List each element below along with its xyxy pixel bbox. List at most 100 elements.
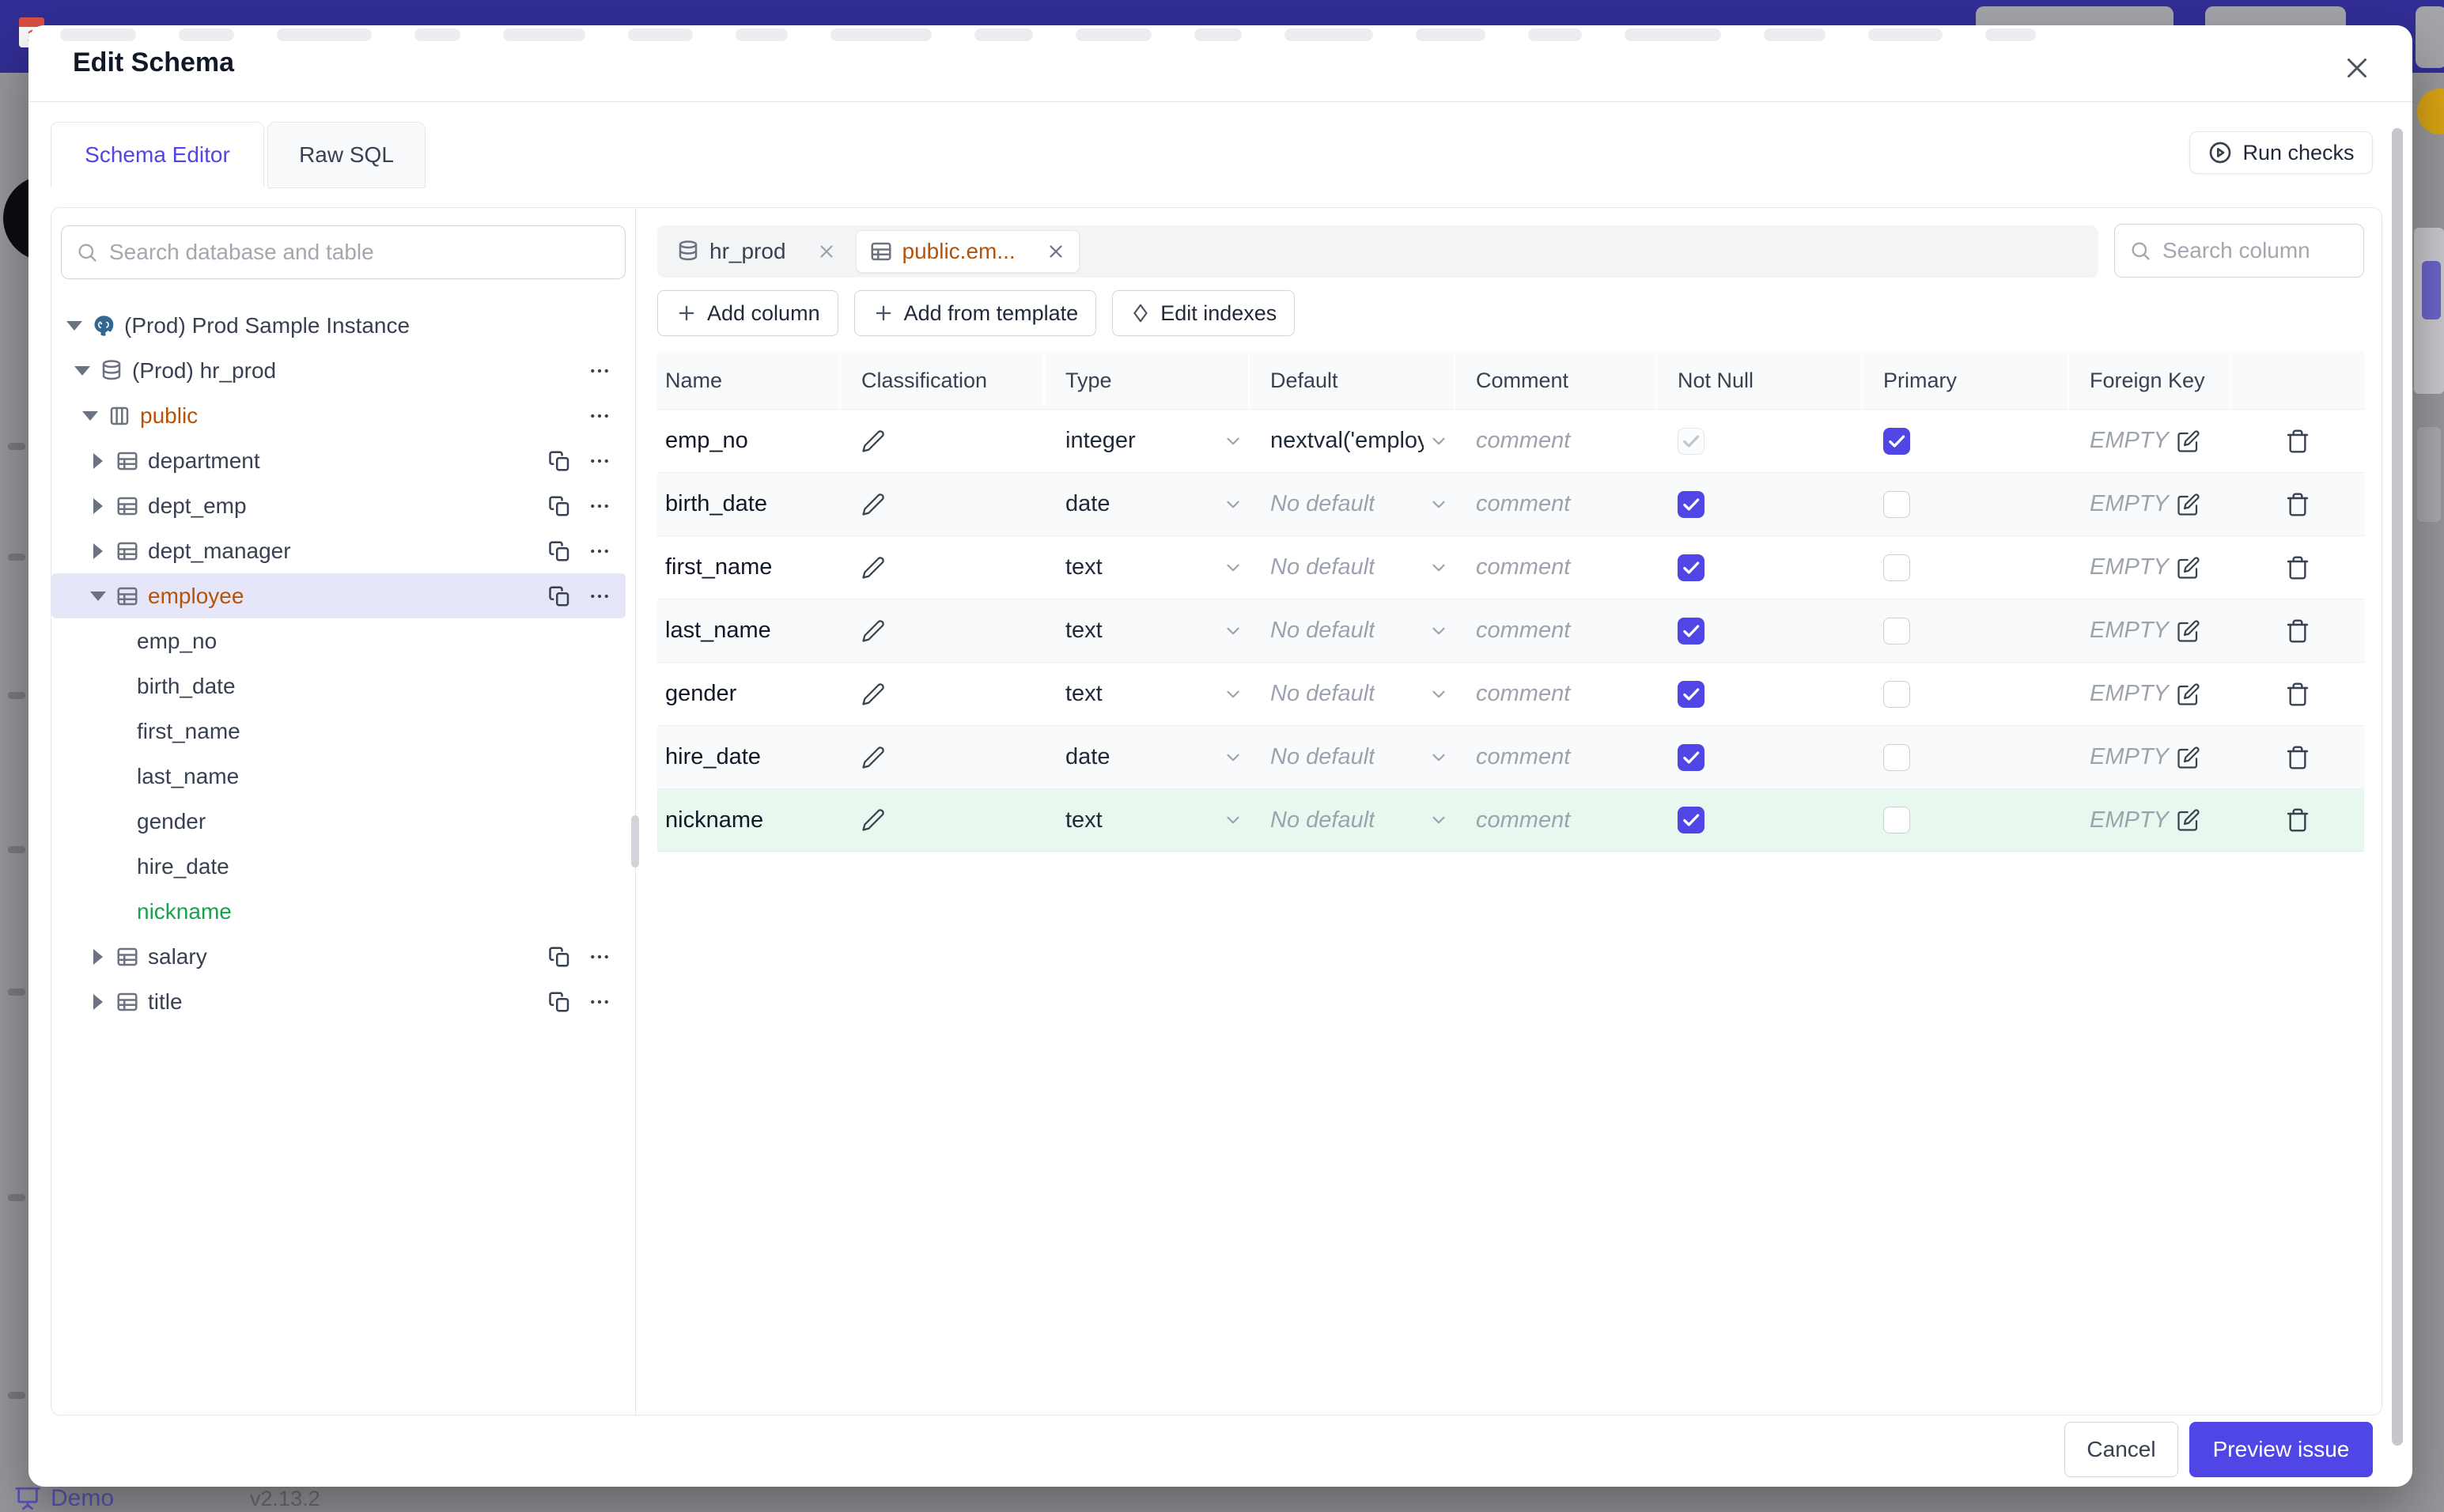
tree-item-hire_date[interactable]: hire_date — [51, 844, 626, 889]
checkbox-checked[interactable] — [1678, 743, 1704, 771]
tree-item-dept_manager[interactable]: dept_manager — [51, 528, 626, 573]
demo-label[interactable]: Demo — [51, 1485, 114, 1512]
tree-item-public[interactable]: public — [51, 393, 626, 438]
default-select[interactable]: No default — [1250, 536, 1455, 599]
checkbox-checked[interactable] — [1678, 680, 1704, 708]
checkbox-unchecked[interactable] — [1883, 617, 1910, 644]
tree-item-emp_no[interactable]: emp_no — [51, 618, 626, 663]
checkbox-unchecked[interactable] — [1883, 554, 1910, 581]
trash-icon[interactable] — [2285, 682, 2310, 707]
cancel-button[interactable]: Cancel — [2064, 1422, 2178, 1477]
default-select[interactable]: No default — [1250, 663, 1455, 725]
checkbox-checked[interactable] — [1883, 427, 1910, 455]
duplicate-table-icon[interactable] — [547, 538, 573, 565]
tree-item--prod-prod-sample-instance[interactable]: (Prod) Prod Sample Instance — [51, 303, 626, 348]
type-select[interactable]: text — [1045, 789, 1250, 851]
chevron-down-icon[interactable] — [70, 365, 94, 376]
dialog-scrollbar-thumb[interactable] — [2392, 128, 2403, 1446]
tab-raw-sql[interactable]: Raw SQL — [267, 122, 426, 188]
default-select[interactable]: No default — [1250, 789, 1455, 851]
tree-item-department[interactable]: department — [51, 438, 626, 483]
classification-edit-icon[interactable] — [841, 663, 1045, 725]
tree-item-birth_date[interactable]: birth_date — [51, 663, 626, 709]
chevron-right-icon[interactable] — [86, 542, 110, 559]
column-search-input[interactable] — [2162, 238, 2349, 263]
comment-field[interactable]: comment — [1455, 599, 1657, 662]
duplicate-table-icon[interactable] — [547, 943, 573, 970]
tree-item-first_name[interactable]: first_name — [51, 709, 626, 754]
column-name-field[interactable]: gender — [657, 663, 841, 725]
run-checks-button[interactable]: Run checks — [2189, 131, 2373, 174]
classification-edit-icon[interactable] — [841, 473, 1045, 535]
checkbox-checked[interactable] — [1678, 490, 1704, 518]
database-search-input[interactable] — [109, 240, 611, 265]
duplicate-table-icon[interactable] — [547, 583, 573, 610]
more-actions-icon[interactable] — [586, 988, 613, 1015]
tree-item-last_name[interactable]: last_name — [51, 754, 626, 799]
classification-edit-icon[interactable] — [841, 410, 1045, 472]
add-from-template-button[interactable]: Add from template — [853, 290, 1097, 336]
type-select[interactable]: integer — [1045, 410, 1250, 472]
trash-icon[interactable] — [2285, 618, 2310, 644]
comment-field[interactable]: comment — [1455, 663, 1657, 725]
tree-item-gender[interactable]: gender — [51, 799, 626, 844]
column-name-field[interactable]: nickname — [657, 789, 841, 851]
more-actions-icon[interactable] — [586, 538, 613, 565]
classification-edit-icon[interactable] — [841, 536, 1045, 599]
default-select[interactable]: No default — [1250, 726, 1455, 788]
column-name-field[interactable]: hire_date — [657, 726, 841, 788]
close-tab-icon[interactable] — [816, 241, 837, 262]
default-select[interactable]: No default — [1250, 599, 1455, 662]
trash-icon[interactable] — [2285, 492, 2310, 517]
close-icon[interactable] — [2340, 51, 2374, 85]
tree-item-nickname[interactable]: nickname — [51, 889, 626, 934]
type-select[interactable]: text — [1045, 599, 1250, 662]
checkbox-unchecked[interactable] — [1883, 743, 1910, 771]
edit-foreign-key-icon[interactable] — [2177, 493, 2200, 516]
tree-item-title[interactable]: title — [51, 979, 626, 1024]
more-actions-icon[interactable] — [586, 357, 613, 384]
tree-item-dept_emp[interactable]: dept_emp — [51, 483, 626, 528]
chevron-right-icon[interactable] — [86, 497, 110, 514]
type-select[interactable]: date — [1045, 473, 1250, 535]
trash-icon[interactable] — [2285, 807, 2310, 833]
duplicate-table-icon[interactable] — [547, 493, 573, 520]
trash-icon[interactable] — [2285, 555, 2310, 580]
tab-schema-editor[interactable]: Schema Editor — [51, 122, 264, 188]
more-actions-icon[interactable] — [586, 583, 613, 610]
checkbox-checked[interactable] — [1678, 554, 1704, 581]
checkbox-unchecked[interactable] — [1883, 490, 1910, 518]
more-actions-icon[interactable] — [586, 943, 613, 970]
checkbox-checked[interactable] — [1678, 807, 1704, 833]
comment-field[interactable]: comment — [1455, 789, 1657, 851]
comment-field[interactable]: comment — [1455, 410, 1657, 472]
type-select[interactable]: text — [1045, 536, 1250, 599]
close-tab-icon[interactable] — [1046, 241, 1066, 262]
chevron-right-icon[interactable] — [86, 948, 110, 965]
checkbox-unchecked[interactable] — [1883, 807, 1910, 833]
edit-foreign-key-icon[interactable] — [2177, 808, 2200, 832]
comment-field[interactable]: comment — [1455, 473, 1657, 535]
column-name-field[interactable]: first_name — [657, 536, 841, 599]
checkbox-checked[interactable] — [1678, 617, 1704, 644]
column-name-field[interactable]: emp_no — [657, 410, 841, 472]
trash-icon[interactable] — [2285, 429, 2310, 454]
chevron-down-icon[interactable] — [78, 410, 102, 421]
tree-item-salary[interactable]: salary — [51, 934, 626, 979]
classification-edit-icon[interactable] — [841, 599, 1045, 662]
chevron-down-icon[interactable] — [86, 591, 110, 601]
more-actions-icon[interactable] — [586, 403, 613, 429]
tab-chip-public-employee[interactable]: public.em... — [855, 230, 1080, 273]
more-actions-icon[interactable] — [586, 493, 613, 520]
tree-item-employee[interactable]: employee — [51, 573, 626, 618]
type-select[interactable]: date — [1045, 726, 1250, 788]
sidebar-scrollbar-thumb[interactable] — [631, 815, 639, 868]
preview-issue-button[interactable]: Preview issue — [2189, 1422, 2373, 1477]
checkbox-unchecked[interactable] — [1883, 680, 1910, 708]
column-name-field[interactable]: birth_date — [657, 473, 841, 535]
duplicate-table-icon[interactable] — [547, 988, 573, 1015]
classification-edit-icon[interactable] — [841, 726, 1045, 788]
chevron-right-icon[interactable] — [86, 993, 110, 1010]
edit-indexes-button[interactable]: Edit indexes — [1112, 290, 1296, 336]
edit-foreign-key-icon[interactable] — [2177, 429, 2200, 453]
